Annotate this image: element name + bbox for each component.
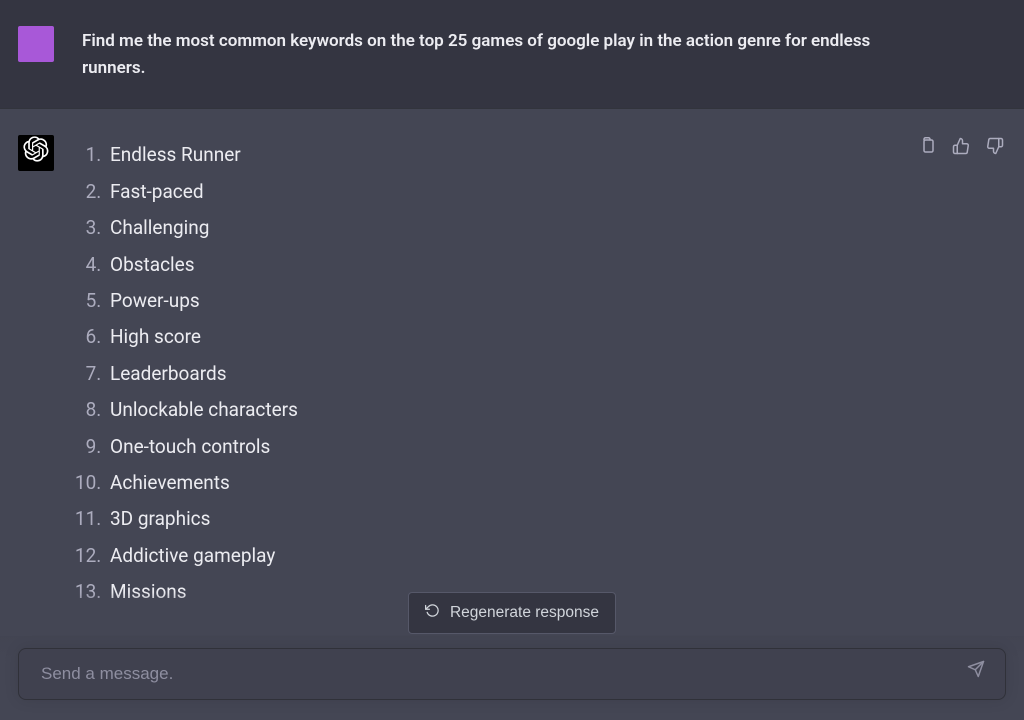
list-item: Challenging	[106, 210, 888, 246]
list-item: High score	[106, 319, 888, 355]
message-user: Find me the most common keywords on the …	[0, 0, 1024, 108]
openai-logo-icon	[23, 136, 49, 171]
list-item: Achievements	[106, 465, 888, 501]
send-button[interactable]	[961, 659, 991, 689]
message-input[interactable]	[39, 663, 955, 685]
keyword-list: Endless Runner Fast-paced Challenging Ob…	[82, 137, 888, 610]
assistant-message-body: Endless Runner Fast-paced Challenging Ob…	[82, 135, 888, 610]
chat-viewport: Find me the most common keywords on the …	[0, 0, 1024, 720]
thumbs-down-icon	[986, 137, 1004, 164]
list-item: Obstacles	[106, 247, 888, 283]
thumbs-up-button[interactable]	[950, 139, 972, 161]
list-item: Leaderboards	[106, 356, 888, 392]
bottom-bar: Regenerate response	[0, 592, 1024, 720]
user-avatar	[18, 26, 54, 62]
message-assistant: Endless Runner Fast-paced Challenging Ob…	[0, 108, 1024, 637]
thumbs-down-button[interactable]	[984, 139, 1006, 161]
copy-button[interactable]	[916, 139, 938, 161]
regenerate-wrap: Regenerate response	[18, 592, 1006, 634]
user-message-text: Find me the most common keywords on the …	[82, 26, 902, 82]
refresh-icon	[425, 603, 440, 623]
list-item: Power-ups	[106, 283, 888, 319]
clipboard-icon	[918, 137, 936, 164]
send-icon	[967, 660, 985, 687]
list-item: Addictive gameplay	[106, 538, 888, 574]
list-item: Unlockable characters	[106, 392, 888, 428]
list-item: One-touch controls	[106, 429, 888, 465]
message-input-row	[18, 648, 1006, 700]
list-item: Endless Runner	[106, 137, 888, 173]
assistant-actions	[916, 135, 1006, 610]
assistant-avatar	[18, 135, 54, 171]
regenerate-label: Regenerate response	[450, 604, 599, 622]
thumbs-up-icon	[952, 137, 970, 164]
list-item: Fast-paced	[106, 174, 888, 210]
list-item: 3D graphics	[106, 501, 888, 537]
regenerate-button[interactable]: Regenerate response	[408, 592, 616, 634]
